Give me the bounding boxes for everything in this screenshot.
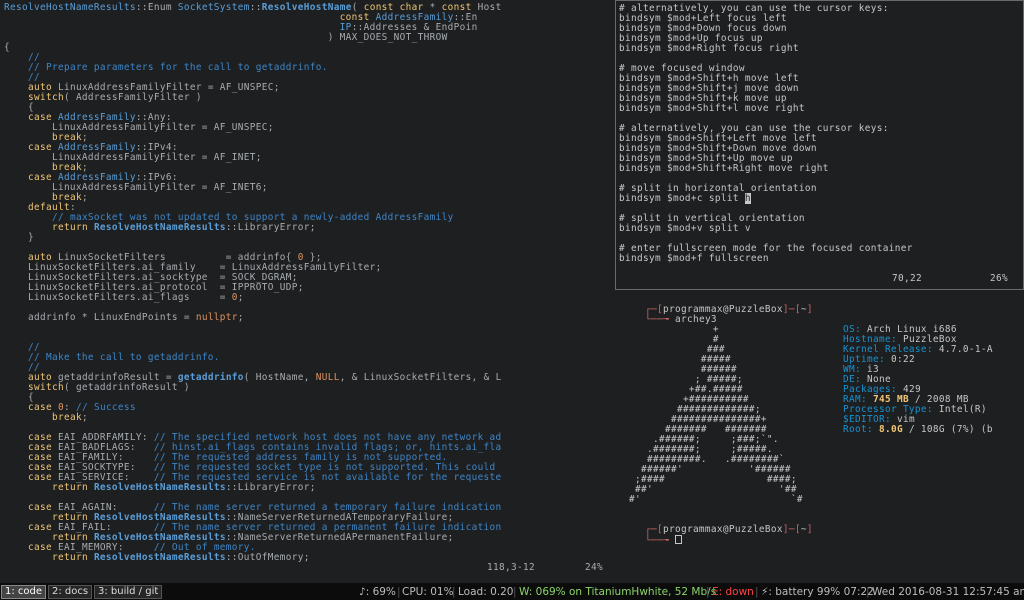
system-info: OS: Arch Linux i686 Hostname: PuzzleBox Ke…	[843, 325, 993, 435]
prompt-line-1: ┌─[programmax@PuzzleBox]─[~]	[644, 304, 813, 315]
code-line: // Prepare parameters for the call to ge…	[27, 62, 328, 73]
cpu-indicator: CPU: 01%	[402, 586, 454, 598]
command-line-2[interactable]: └──╼	[621, 525, 682, 546]
terminal-cursor	[674, 535, 682, 544]
prompt-line-2: ┌─[programmax@PuzzleBox]─[~]	[644, 524, 813, 535]
config-status-position: 70,22	[892, 273, 922, 284]
separator: |	[706, 586, 710, 598]
code-line: return ResolveHostNameResults::OutOfMemo…	[51, 552, 310, 563]
command-line-1: └──╼ archey3	[644, 314, 717, 325]
code-line: // Make the call to getaddrinfo.	[27, 352, 220, 363]
code-line: break;	[51, 412, 88, 423]
config-line: bindsym $mod+f fullscreen	[619, 253, 769, 264]
code-status-position: 118,3-12	[487, 562, 535, 573]
config-lines: # alternatively, you can use the cursor …	[619, 4, 913, 264]
code-line: }	[4, 232, 34, 243]
config-line: bindsym $mod+c split h	[619, 193, 751, 204]
code-line: switch( AddressFamilyFilter )	[27, 92, 202, 103]
separator: |	[755, 586, 759, 598]
editor-cursor: h	[744, 193, 751, 204]
wireless-indicator: W: 069% on TitaniumHwhite, 52 Mb/s	[519, 586, 717, 598]
code-status-percent: 24%	[585, 562, 603, 573]
i3-status-bar: 1: code 2: docs 3: build / git ♪: 69% | …	[0, 583, 1024, 600]
separator: |	[513, 586, 517, 598]
code-lines: ResolveHostNameResults::Enum SocketSyste…	[4, 3, 502, 563]
datetime-indicator: Wed 2016-08-31 12:57:45 am	[872, 586, 1024, 598]
code-line: addrinfo * LinuxEndPoints = nullptr;	[4, 312, 244, 323]
code-editor-pane[interactable]: ResolveHostNameResults::Enum SocketSyste…	[0, 0, 615, 575]
separator: |	[866, 586, 870, 598]
code-line: switch( getaddrinfoResult )	[27, 382, 190, 393]
config-line: bindsym $mod+Right focus right	[619, 43, 799, 54]
terminal-pane[interactable]: ┌─[programmax@PuzzleBox]─[~] └──╼ archey…	[615, 291, 1024, 575]
battery-indicator: ⚡: battery 99% 07:22	[761, 586, 874, 598]
ethernet-indicator: E: down	[712, 586, 754, 598]
load-indicator: Load: 0.20	[458, 586, 514, 598]
code-line: break;	[51, 192, 88, 203]
code-line: return ResolveHostNameResults::LibraryEr…	[51, 222, 316, 233]
ascii-art-line: #' `#	[623, 494, 803, 505]
workspace-button-1[interactable]: 1: code	[1, 585, 47, 599]
config-status-percent: 26%	[990, 273, 1008, 284]
config-line: bindsym $mod+Shift+Right move right	[619, 163, 829, 174]
config-line: bindsym $mod+v split v	[619, 223, 751, 234]
volume-indicator: ♪: 69%	[359, 586, 396, 598]
separator: |	[397, 586, 401, 598]
system-info-row: Root: 8.0G / 108G (7%) (b	[843, 424, 993, 435]
workspace-button-3[interactable]: 3: build / git	[94, 585, 163, 599]
code-line: ) MAX_DOES_NOT_THROW	[4, 32, 448, 43]
code-line: {	[4, 42, 10, 53]
code-line: return ResolveHostNameResults::LibraryEr…	[51, 482, 316, 493]
i3-config-editor-pane[interactable]: # alternatively, you can use the cursor …	[615, 0, 1024, 290]
arch-logo-ascii: + # ### ##### ###### ; #####; +##.##### …	[623, 325, 803, 505]
code-line: LinuxSocketFilters.ai_flags = 0;	[4, 292, 244, 303]
workspace-button-2[interactable]: 2: docs	[48, 585, 93, 599]
config-line: bindsym $mod+Shift+l move right	[619, 103, 805, 114]
separator: |	[452, 586, 456, 598]
